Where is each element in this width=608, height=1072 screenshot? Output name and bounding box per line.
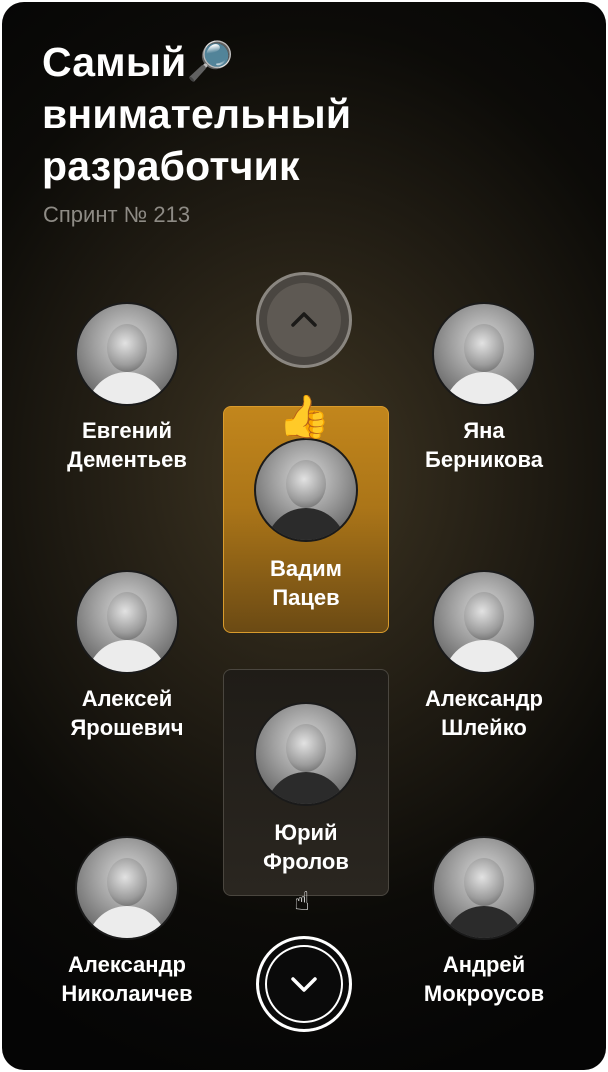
scroll-down-button[interactable] bbox=[256, 936, 352, 1032]
avatar bbox=[75, 302, 179, 406]
avatar bbox=[254, 438, 358, 542]
person-name: Вадим Пацев bbox=[270, 556, 342, 610]
hand-cursor-icon: ☝ bbox=[294, 886, 310, 916]
person-card[interactable]: Алексей Ярошевич bbox=[32, 570, 222, 742]
page-title: Самый🔎 внимательный разработчик bbox=[42, 36, 502, 192]
leader-person[interactable]: Вадим Пацев bbox=[211, 438, 401, 612]
person-card[interactable]: Андрей Мокроусов bbox=[389, 836, 579, 1008]
avatar bbox=[75, 836, 179, 940]
person-card[interactable]: Яна Берникова bbox=[389, 302, 579, 474]
person-card[interactable]: Евгений Дементьев bbox=[32, 302, 222, 474]
title-text-1: Самый bbox=[42, 39, 187, 85]
title-line-1: Самый🔎 bbox=[42, 36, 502, 88]
person-name: Александр Николаичев bbox=[61, 952, 193, 1006]
avatar bbox=[432, 302, 536, 406]
leaderboard-card: Самый🔎 внимательный разработчик Спринт №… bbox=[2, 2, 606, 1070]
person-name: Яна Берникова bbox=[425, 418, 543, 472]
title-line-2: внимательный bbox=[42, 91, 352, 137]
person-card[interactable]: Александр Николаичев bbox=[32, 836, 222, 1008]
sprint-label: Спринт № 213 bbox=[43, 202, 191, 227]
selected-person[interactable]: Юрий Фролов bbox=[211, 702, 401, 876]
title-line-3: разработчик bbox=[42, 143, 300, 189]
person-name: Евгений Дементьев bbox=[67, 418, 187, 472]
chevron-up-icon bbox=[291, 312, 317, 327]
person-name: Юрий Фролов bbox=[263, 820, 349, 874]
magnifier-icon: 🔎 bbox=[186, 41, 234, 83]
scroll-up-button[interactable] bbox=[256, 272, 352, 368]
person-name: Андрей Мокроусов bbox=[423, 952, 545, 1006]
thumbs-up-icon: 👍 bbox=[278, 393, 331, 440]
avatar bbox=[432, 836, 536, 940]
person-name: Александр Шлейко bbox=[425, 686, 543, 740]
avatar bbox=[75, 570, 179, 674]
avatar bbox=[254, 702, 358, 806]
person-name: Алексей Ярошевич bbox=[70, 686, 184, 740]
avatar bbox=[432, 570, 536, 674]
chevron-down-icon bbox=[291, 977, 317, 992]
person-card[interactable]: Александр Шлейко bbox=[389, 570, 579, 742]
